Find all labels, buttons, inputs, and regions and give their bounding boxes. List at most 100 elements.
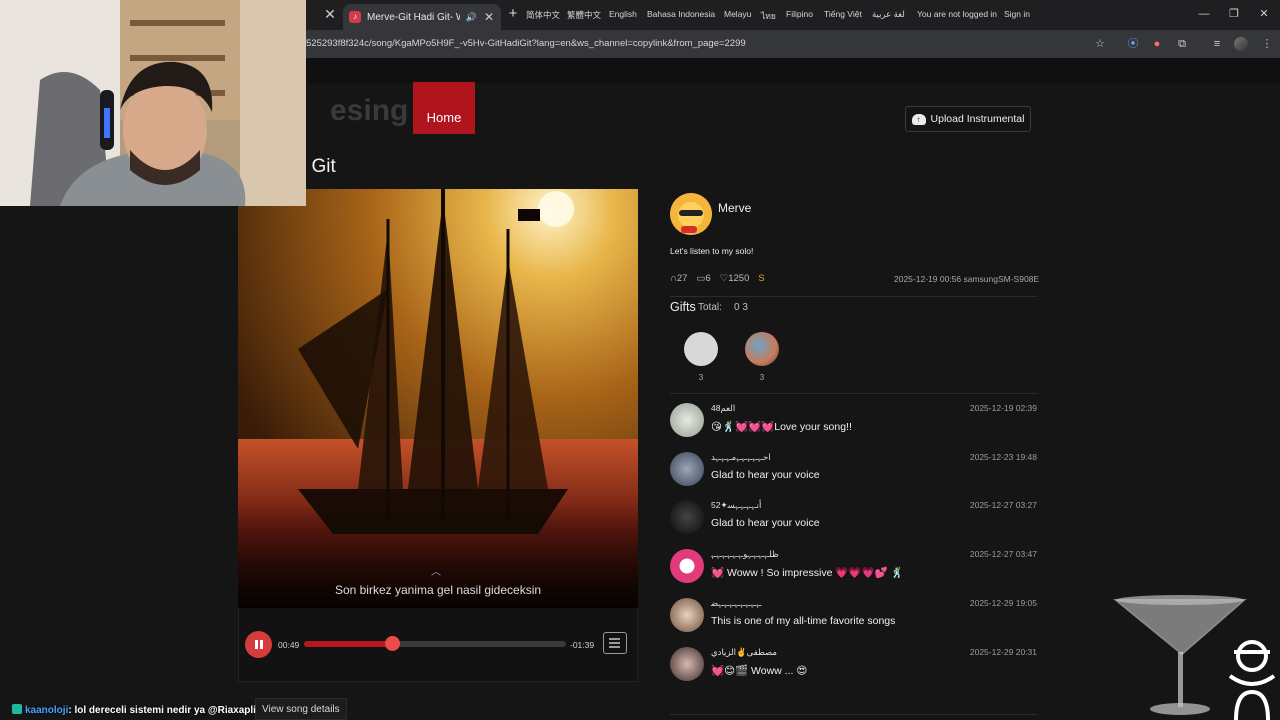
song-title: i Git — [302, 156, 336, 177]
gifts-total-value: 0 3 — [734, 302, 748, 313]
singer-avatar[interactable] — [670, 193, 712, 235]
comment-time: 2025-12-29 20:31 — [969, 647, 1037, 657]
extension-icon[interactable]: ● — [1150, 37, 1164, 51]
song-date-device: 2025-12-19 00:56 samsungSM-S908E — [894, 274, 1040, 284]
commenter-avatar[interactable] — [670, 647, 704, 681]
song-cover-image — [238, 189, 638, 608]
divider — [670, 393, 1037, 394]
close-tab-icon[interactable]: ✕ — [322, 6, 338, 22]
comment-text: Glad to hear your voice — [711, 469, 820, 481]
commenter-avatar[interactable] — [670, 549, 704, 583]
restore-icon[interactable]: ❐ — [1226, 6, 1242, 22]
mascot-logo-icon — [1222, 636, 1280, 720]
listens-stat: ∩27 — [670, 273, 688, 284]
singer-name[interactable]: Merve — [718, 201, 751, 215]
new-tab-button[interactable]: + — [505, 5, 521, 23]
divider — [670, 714, 1037, 715]
commenter-name[interactable]: ـﮩـﮩـﮩـﮩـﮩـﮩـﮩـﮩﻀ — [711, 598, 761, 609]
home-nav-button[interactable]: Home — [413, 82, 475, 134]
commenter-name[interactable]: مصطفى✌️الزيادي — [711, 647, 777, 658]
elapsed-time: 00:49 — [278, 640, 300, 650]
lyrics-text-icon[interactable] — [603, 632, 627, 654]
flower-icon: ♡ — [719, 273, 729, 284]
progress-fill — [304, 641, 392, 647]
commenter-avatar[interactable] — [670, 452, 704, 486]
gift-count: 3 — [759, 373, 765, 382]
divider — [670, 296, 1037, 297]
login-status: You are not logged in — [917, 9, 998, 19]
comment-item: ـﮩـﮩـﮩـﮩـﮩـﮩـﮩـﮩﻀ 2025-12-29 19:05 This … — [670, 598, 1037, 638]
streamer-webcam — [0, 0, 306, 206]
comment-text: Glad to hear your voice — [711, 517, 820, 529]
comment-item: 48العم 2025-12-19 02:39 😘🕺💓💓💓Love your s… — [670, 403, 1037, 443]
chat-username: kaanoloji — [25, 705, 69, 716]
progress-knob[interactable] — [384, 636, 400, 651]
lang-option[interactable]: Filipino — [786, 9, 813, 19]
remaining-time: -01:39 — [570, 640, 595, 650]
commenter-avatar[interactable] — [670, 403, 704, 437]
commenter-name[interactable]: 52✦أنـﮩـﮩـﮩـﮩﺴ — [711, 500, 761, 511]
gold-stat: S — [758, 273, 765, 284]
comment-text: 💓 Woww ! So impressive 💗💗💗💕 🕺 — [711, 567, 904, 579]
cloud-upload-icon: ↑ — [911, 113, 926, 125]
extensions-puzzle-icon[interactable]: ⧉ — [1175, 37, 1189, 51]
progress-bar[interactable] — [304, 636, 566, 651]
view-song-details-link[interactable]: View song details — [262, 704, 340, 715]
close-window-icon[interactable]: ✕ — [1256, 6, 1272, 22]
menu-kebab-icon[interactable]: ⋮ — [1260, 37, 1274, 51]
comment-time: 2025-12-27 03:47 — [969, 549, 1037, 559]
tab-title: Merve-Git Hadi Git- WeSing — [367, 11, 460, 23]
profile-avatar[interactable] — [1234, 37, 1248, 51]
commenter-name[interactable]: 48العم — [711, 403, 735, 414]
chat-badge-icon — [12, 704, 22, 714]
sign-in-link[interactable]: Sign in — [1004, 9, 1030, 19]
commenter-avatar[interactable] — [670, 598, 704, 632]
comment-time: 2025-12-27 03:27 — [969, 500, 1037, 510]
upload-label: Upload Instrumental — [930, 113, 1025, 125]
lang-option[interactable]: ไทย — [761, 9, 776, 23]
media-control-icon[interactable]: ≡ — [1210, 37, 1224, 51]
wesing-favicon-icon: ♪ — [349, 11, 361, 23]
comment-time: 2025-12-23 19:48 — [969, 452, 1037, 462]
lang-option[interactable]: Bahasa Indonesia — [647, 9, 715, 19]
browser-tab-active[interactable]: ♪ Merve-Git Hadi Git- WeSing 🔊 ✕ — [343, 4, 501, 30]
comment-time: 2025-12-19 02:39 — [969, 403, 1037, 413]
lang-option[interactable]: English — [609, 9, 637, 19]
gifts-stat: ♡1250 — [719, 273, 750, 284]
gift-avatar[interactable] — [684, 332, 718, 366]
bookmark-star-icon[interactable]: ☆ — [1093, 37, 1107, 51]
comment-text: 💓😊🎬 Woww ... 😍 — [711, 665, 808, 677]
lang-option[interactable]: 繁體中文 — [567, 9, 601, 21]
wesing-logo[interactable]: esing — [330, 94, 408, 128]
gifts-total-label: Total: — [698, 302, 722, 313]
url-text[interactable]: 525293f8f324c/song/KgaMPo5H9F_-v5Hv-GitH… — [306, 38, 746, 49]
commenter-name[interactable]: احـﮩـﮩـﮩـﮩـﮩﻣـﮩـﮩـﮩﺪ — [711, 452, 771, 463]
lyrics-expand-icon[interactable]: ︿ — [431, 563, 441, 578]
singer-bio: Let's listen to my solo! — [670, 246, 754, 256]
headphones-icon: ∩ — [670, 273, 677, 284]
upload-instrumental-button[interactable]: ↑ Upload Instrumental — [905, 106, 1031, 132]
comments-stat: ▭6 — [696, 273, 711, 284]
song-stats: ∩27 ▭6 ♡1250 S — [670, 273, 765, 284]
lang-option[interactable]: لغة عربية — [872, 9, 905, 20]
audio-playing-icon[interactable]: 🔊 — [466, 12, 477, 23]
current-lyric: Son birkez yanima gel nasil gideceksin — [334, 583, 542, 597]
pause-button[interactable] — [245, 631, 272, 658]
gifts-title: Gifts — [670, 300, 696, 314]
comment-item: 52✦أنـﮩـﮩـﮩـﮩﺴ 2025-12-27 03:27 Glad to … — [670, 500, 1037, 540]
comment-item: ظلـﮩـﮩـﮩـﮩﻮـﮩـﮩـﮩـﮩـﮩـﮩ 2025-12-27 03:47… — [670, 549, 1037, 589]
close-tab-icon[interactable]: ✕ — [483, 10, 495, 24]
commenter-name[interactable]: ظلـﮩـﮩـﮩـﮩﻮـﮩـﮩـﮩـﮩـﮩـﮩ — [711, 549, 779, 560]
commenter-avatar[interactable] — [670, 500, 704, 534]
minimize-icon[interactable]: — — [1196, 6, 1212, 22]
lang-option[interactable]: 简体中文 — [526, 9, 560, 21]
comment-time: 2025-12-29 19:05 — [969, 598, 1037, 608]
gift-avatar[interactable] — [745, 332, 779, 366]
comment-item: مصطفى✌️الزيادي 2025-12-29 20:31 💓😊🎬 Woww… — [670, 647, 1037, 687]
stream-chat-message: kaanoloji: lol dereceli sistemi nedir ya… — [12, 704, 256, 716]
extension-icon[interactable]: ⦿ — [1126, 37, 1140, 51]
comment-text: 😘🕺💓💓💓Love your song!! — [711, 421, 852, 433]
comment-item: احـﮩـﮩـﮩـﮩـﮩﻣـﮩـﮩـﮩﺪ 2025-12-23 19:48 Gl… — [670, 452, 1037, 492]
lang-option[interactable]: Tiếng Việt — [824, 9, 862, 19]
lang-option[interactable]: Melayu — [724, 9, 751, 19]
